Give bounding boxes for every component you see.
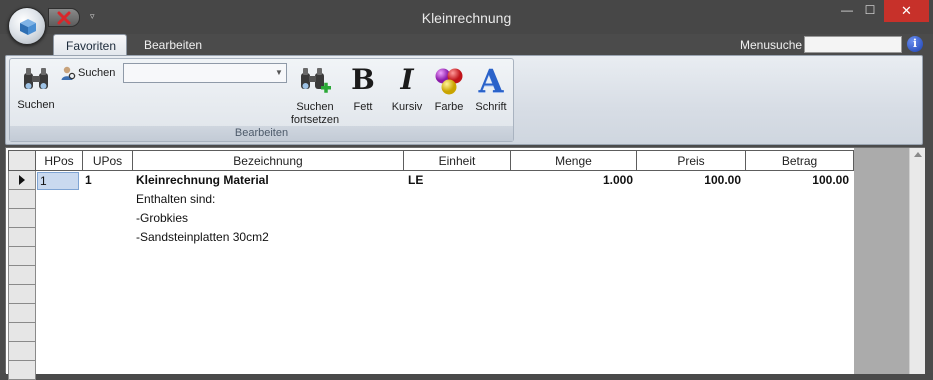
suchen-label: Suchen [17,99,55,111]
color-balls-icon [435,68,463,95]
cell-upos[interactable]: 1 [85,171,131,190]
column-header-hpos[interactable]: HPos [36,150,83,171]
kursiv-label: Kursiv [391,101,423,113]
schrift-button[interactable]: A Schrift [470,65,512,114]
column-header-bezeichnung[interactable]: Bezeichnung [133,150,404,171]
row-header[interactable] [8,361,36,380]
fett-button[interactable]: B Fett [348,65,378,114]
cell-betrag[interactable]: 100.00 [747,171,849,190]
column-header-einheit[interactable]: Einheit [404,150,511,171]
tab-bearbeiten[interactable]: Bearbeiten [132,34,214,56]
cell-hpos[interactable]: 1 [37,172,79,190]
row-header-current[interactable] [8,171,36,190]
schrift-label: Schrift [475,101,507,113]
farbe-label: Farbe [434,101,464,113]
suchen-fortsetzen-label: Suchen fortsetzen [290,101,340,126]
binoculars-add-icon [301,68,331,93]
row-header[interactable] [8,190,36,209]
kursiv-button[interactable]: I Kursiv [388,65,426,114]
row-header[interactable] [8,209,36,228]
maximize-button[interactable]: ☐ [856,0,884,22]
help-icon[interactable]: i [907,36,923,52]
ribbon-tab-row: Favoriten Bearbeiten Menusuche i [0,34,933,56]
description-line[interactable]: Enthalten sind: [136,190,402,209]
column-header-menge[interactable]: Menge [511,150,637,171]
tab-favoriten[interactable]: Favoriten [53,34,127,56]
suchen-fortsetzen-button[interactable]: Suchen fortsetzen [284,65,346,127]
row-header[interactable] [8,285,36,304]
select-all-header[interactable] [8,150,36,171]
column-header-betrag[interactable]: Betrag [746,150,854,171]
fett-label: Fett [353,101,373,113]
close-button[interactable]: ✕ [884,0,929,22]
window-title: Kleinrechnung [421,10,512,26]
italic-icon: I [400,63,414,96]
font-icon: A [478,62,504,100]
description-line[interactable]: -Grobkies [136,209,402,228]
suchen-person-button[interactable]: Suchen [60,65,115,81]
title-bar: ▿ Kleinrechnung — ☐ ✕ [0,0,933,45]
row-header[interactable] [8,228,36,247]
app-window: ▿ Kleinrechnung — ☐ ✕ Favoriten Bearbeit… [0,0,933,380]
person-search-icon [61,66,76,80]
cube-icon [20,19,36,35]
ribbon-group-bearbeiten: Suchen Suchen ▼ Suchen fortsetzen B Fett… [9,58,514,142]
binoculars-icon [24,68,48,89]
description-line[interactable]: -Sandsteinplatten 30cm2 [136,228,402,247]
current-row-arrow-icon [19,175,25,185]
suchen-small-label: Suchen [78,67,116,79]
cell-preis[interactable]: 100.00 [638,171,741,190]
row-header[interactable] [8,323,36,342]
ribbon-group-label: Bearbeiten [10,126,513,141]
farbe-button[interactable]: Farbe [430,65,468,114]
suchen-button[interactable]: Suchen [14,65,58,112]
application-menu-button[interactable] [8,7,46,45]
positions-grid-area: HPos UPos Bezeichnung Einheit Menge Prei… [5,147,925,380]
grid-empty-area [854,148,909,374]
cell-einheit[interactable]: LE [408,171,508,190]
row-header[interactable] [8,247,36,266]
menusuche-input[interactable] [804,36,902,53]
positions-grid: HPos UPos Bezeichnung Einheit Menge Prei… [6,148,854,380]
vertical-scrollbar[interactable] [909,148,925,374]
row-header[interactable] [8,342,36,361]
bold-icon: B [351,63,375,96]
column-header-preis[interactable]: Preis [637,150,746,171]
menusuche-label: Menusuche [740,38,803,52]
ribbon-panel: Suchen Suchen ▼ Suchen fortsetzen B Fett… [5,55,923,145]
scroll-up-icon[interactable] [914,152,922,157]
search-combobox[interactable]: ▼ [123,63,287,83]
row-header[interactable] [8,304,36,323]
cell-menge[interactable]: 1.000 [512,171,633,190]
row-header[interactable] [8,266,36,285]
column-header-upos[interactable]: UPos [83,150,133,171]
cell-bezeichnung[interactable]: Kleinrechnung Material [136,171,402,190]
